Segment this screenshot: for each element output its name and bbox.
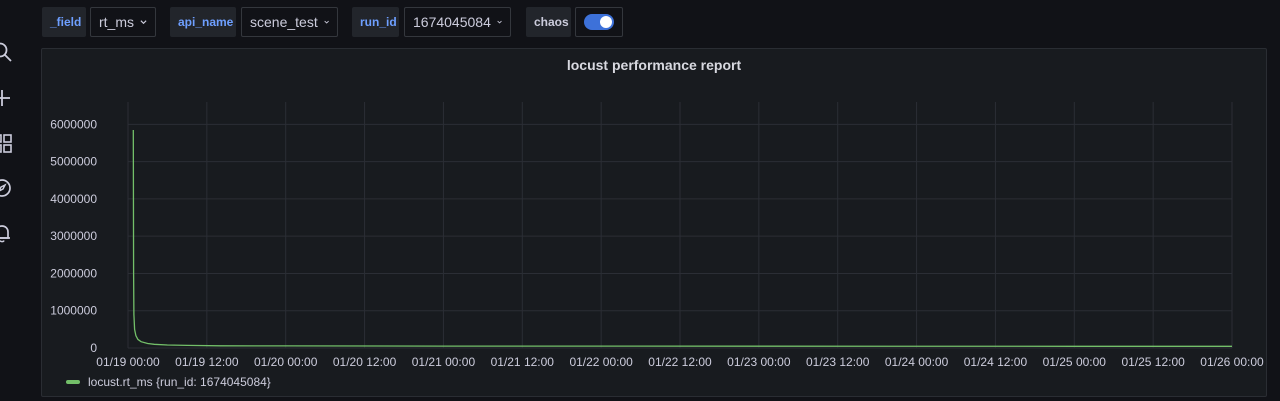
y-tick-label: 6000000 [50, 117, 97, 131]
bell-icon[interactable] [0, 221, 14, 245]
api-name-variable-value: scene_test [250, 14, 318, 30]
x-tick-label: 01/20 00:00 [254, 355, 318, 369]
chevron-down-icon [140, 20, 147, 25]
chaos-toggle[interactable] [584, 14, 614, 30]
chaos-toggle-label: chaos [526, 7, 571, 37]
chevron-down-icon [324, 20, 329, 24]
right-edge-scrollbar[interactable] [1271, 50, 1277, 395]
chaos-toggle-container [575, 7, 623, 37]
x-tick-label: 01/19 12:00 [175, 355, 239, 369]
x-tick-label: 01/25 00:00 [1043, 355, 1107, 369]
toggle-knob [600, 16, 612, 28]
x-tick-label: 01/26 00:00 [1200, 355, 1264, 369]
chevron-down-icon [497, 20, 502, 24]
field-variable-select[interactable]: rt_ms [90, 7, 156, 37]
y-tick-label: 1000000 [50, 304, 97, 318]
y-tick-label: 0 [90, 341, 97, 355]
x-tick-label: 01/25 12:00 [1121, 355, 1185, 369]
legend: locust.rt_ms {run_id: 1674045084} [66, 375, 271, 389]
chart-panel: locust performance report 6000000 5000000… [41, 48, 1267, 397]
x-tick-label: 01/19 00:00 [96, 355, 160, 369]
x-tick-label: 01/23 12:00 [806, 355, 870, 369]
search-icon[interactable] [0, 40, 14, 64]
legend-series-label[interactable]: locust.rt_ms {run_id: 1674045084} [88, 375, 271, 389]
line-chart: 6000000 5000000 4000000 3000000 2000000 10000… [50, 102, 1264, 369]
api-name-variable-label: api_name [170, 7, 236, 37]
y-tick-label: 3000000 [50, 229, 97, 243]
x-tick-label: 01/22 12:00 [648, 355, 712, 369]
x-tick-label: 01/21 00:00 [412, 355, 476, 369]
y-tick-label: 5000000 [50, 155, 97, 169]
x-tick-label: 01/23 00:00 [727, 355, 791, 369]
y-tick-label: 2000000 [50, 266, 97, 280]
field-variable-label: _field [42, 7, 86, 37]
run-id-variable-value: 1674045084 [413, 14, 491, 30]
x-tick-label: 01/24 00:00 [885, 355, 949, 369]
field-variable-value: rt_ms [99, 14, 134, 30]
explore-icon[interactable] [0, 176, 14, 200]
legend-swatch [66, 380, 80, 384]
y-tick-label: 4000000 [50, 192, 97, 206]
run-id-variable-label: run_id [352, 7, 399, 37]
dashboards-icon[interactable] [0, 131, 14, 155]
x-tick-label: 01/20 12:00 [333, 355, 397, 369]
sidebar [0, 0, 22, 401]
series-line [132, 129, 1232, 347]
x-tick-label: 01/21 12:00 [491, 355, 555, 369]
x-tick-label: 01/22 00:00 [569, 355, 633, 369]
api-name-variable-select[interactable]: scene_test [241, 7, 338, 37]
x-tick-label: 01/24 12:00 [964, 355, 1028, 369]
run-id-variable-select[interactable]: 1674045084 [404, 7, 511, 37]
plus-icon[interactable] [0, 86, 14, 110]
